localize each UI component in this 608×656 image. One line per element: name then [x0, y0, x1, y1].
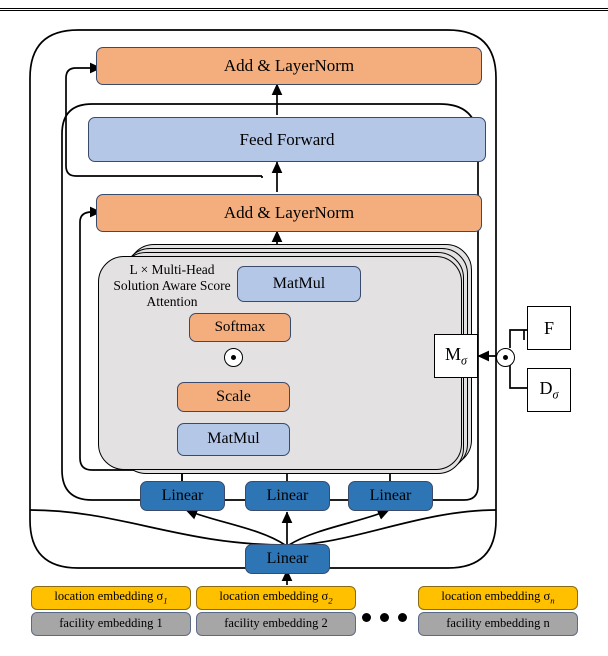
location-embedding-n-text: location embedding σn — [441, 590, 554, 606]
distance-subscript: σ — [552, 387, 559, 402]
mask-subscript: σ — [460, 353, 468, 368]
figure-canvas: L × Multi-Head Solution Aware Score Atte… — [0, 0, 608, 656]
add-layernorm-mid[interactable]: Add & LayerNorm — [96, 194, 482, 232]
facility-embedding-n[interactable]: facility embedding n — [418, 612, 578, 636]
embeddings-ellipsis — [362, 613, 407, 622]
ellipsis-dot-2 — [380, 613, 389, 622]
distance-matrix-label: Dσ — [539, 377, 559, 402]
distance-matrix-node[interactable]: Dσ — [527, 368, 571, 412]
attention-block-label: L × Multi-Head Solution Aware Score Atte… — [113, 262, 231, 309]
location-embedding-n[interactable]: location embedding σn — [418, 586, 578, 610]
ellipsis-dot-1 — [362, 613, 371, 622]
matmul-bottom[interactable]: MatMul — [177, 423, 290, 456]
linear-key[interactable]: Linear — [245, 481, 330, 511]
linear-query[interactable]: Linear — [140, 481, 225, 511]
location-embedding-1-sub: 1 — [163, 595, 168, 606]
mask-matrix-label: Mσ — [444, 343, 468, 368]
location-embedding-1[interactable]: location embedding σ1 — [31, 586, 191, 610]
location-embedding-n-label: location embedding σ — [441, 589, 551, 604]
flow-matrix-label: F — [543, 317, 554, 338]
softmax[interactable]: Softmax — [189, 313, 291, 342]
hadamard-operator-inner[interactable] — [224, 348, 243, 367]
location-embedding-2-sub: 2 — [328, 595, 333, 606]
facility-embedding-1[interactable]: facility embedding 1 — [31, 612, 191, 636]
location-embedding-n-sub: n — [550, 595, 555, 606]
linear-shared[interactable]: Linear — [245, 544, 330, 574]
location-embedding-2-label: location embedding σ — [219, 589, 329, 604]
ellipsis-dot-3 — [398, 613, 407, 622]
facility-embedding-2[interactable]: facility embedding 2 — [196, 612, 356, 636]
feed-forward[interactable]: Feed Forward — [88, 117, 486, 162]
page-rule — [0, 8, 608, 11]
linear-value[interactable]: Linear — [348, 481, 433, 511]
flow-matrix-node[interactable]: F — [527, 306, 571, 350]
scale[interactable]: Scale — [177, 382, 290, 412]
hadamard-operator-outer[interactable] — [496, 348, 515, 367]
location-embedding-2-text: location embedding σ2 — [219, 590, 332, 606]
location-embedding-1-text: location embedding σ1 — [54, 590, 167, 606]
location-embedding-1-label: location embedding σ — [54, 589, 164, 604]
location-embedding-2[interactable]: location embedding σ2 — [196, 586, 356, 610]
matmul-top[interactable]: MatMul — [237, 266, 361, 302]
mask-matrix-node[interactable]: Mσ — [434, 334, 478, 378]
add-layernorm-top[interactable]: Add & LayerNorm — [96, 47, 482, 85]
